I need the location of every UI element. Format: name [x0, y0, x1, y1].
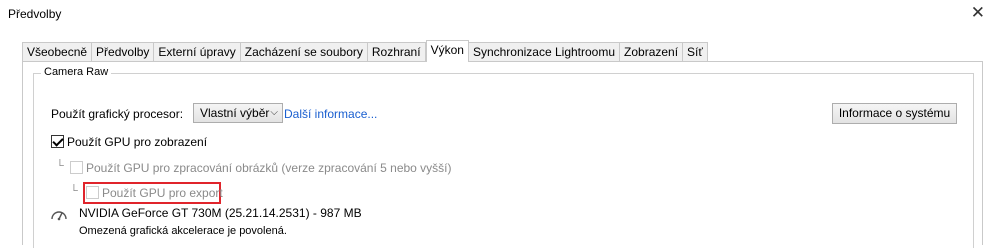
tab-externi-upravy[interactable]: Externí úpravy	[154, 42, 241, 62]
use-gpu-display-checkbox[interactable]	[51, 135, 64, 148]
use-gpu-display-row: Použít GPU pro zobrazení	[51, 135, 207, 149]
chevron-down-icon: ⌵	[270, 107, 278, 118]
gpu-name: NVIDIA GeForce GT 730M (25.21.14.2531) -…	[79, 206, 362, 220]
use-gpu-export-checkbox[interactable]	[86, 186, 99, 199]
gpu-select-value: Vlastní výběr	[200, 106, 270, 120]
use-gpu-export-row: Použít GPU pro export	[86, 186, 223, 200]
close-icon[interactable]: ✕	[971, 3, 985, 23]
group-label: Camera Raw	[41, 66, 112, 78]
window-title: Předvolby	[8, 7, 62, 21]
gauge-icon	[51, 211, 67, 221]
tab-vykon[interactable]: Výkon	[425, 40, 469, 62]
tab-sit[interactable]: Síť	[683, 42, 708, 62]
use-gpu-processing-row: Použít GPU pro zpracování obrázků (verze…	[70, 161, 452, 175]
title-bar: Předvolby ✕	[0, 0, 993, 30]
tab-synchronizace-lightroomu[interactable]: Synchronizace Lightroomu	[468, 42, 621, 62]
use-gpu-display-label: Použít GPU pro zobrazení	[67, 135, 208, 149]
tab-panel: Camera Raw Použít grafický procesor: Vla…	[22, 61, 983, 248]
camera-raw-group: Camera Raw Použít grafický procesor: Vla…	[33, 66, 974, 248]
tab-strip: Všeobecně Předvolby Externí úpravy Zachá…	[22, 40, 708, 62]
gpu-label: Použít grafický procesor:	[51, 107, 184, 121]
tree-connector: └	[70, 185, 78, 197]
tab-zachazeni-se-soubory[interactable]: Zacházení se soubory	[240, 42, 368, 62]
more-info-link[interactable]: Další informace...	[284, 107, 377, 121]
system-info-button[interactable]: Informace o systému	[832, 103, 957, 124]
gpu-status: Omezená grafická akcelerace je povolená.	[79, 225, 287, 237]
tab-predvolby[interactable]: Předvolby	[92, 42, 155, 62]
gpu-select[interactable]: Vlastní výběr ⌵	[193, 103, 283, 123]
use-gpu-export-label: Použít GPU pro export	[102, 186, 223, 200]
tab-vseobecne[interactable]: Všeobecně	[22, 42, 93, 62]
use-gpu-processing-label: Použít GPU pro zpracování obrázků (verze…	[86, 161, 452, 175]
tab-rozhrani[interactable]: Rozhraní	[367, 42, 426, 62]
tab-zobrazeni[interactable]: Zobrazení	[620, 42, 684, 62]
use-gpu-processing-checkbox[interactable]	[70, 161, 83, 174]
tree-connector: └	[56, 160, 64, 172]
